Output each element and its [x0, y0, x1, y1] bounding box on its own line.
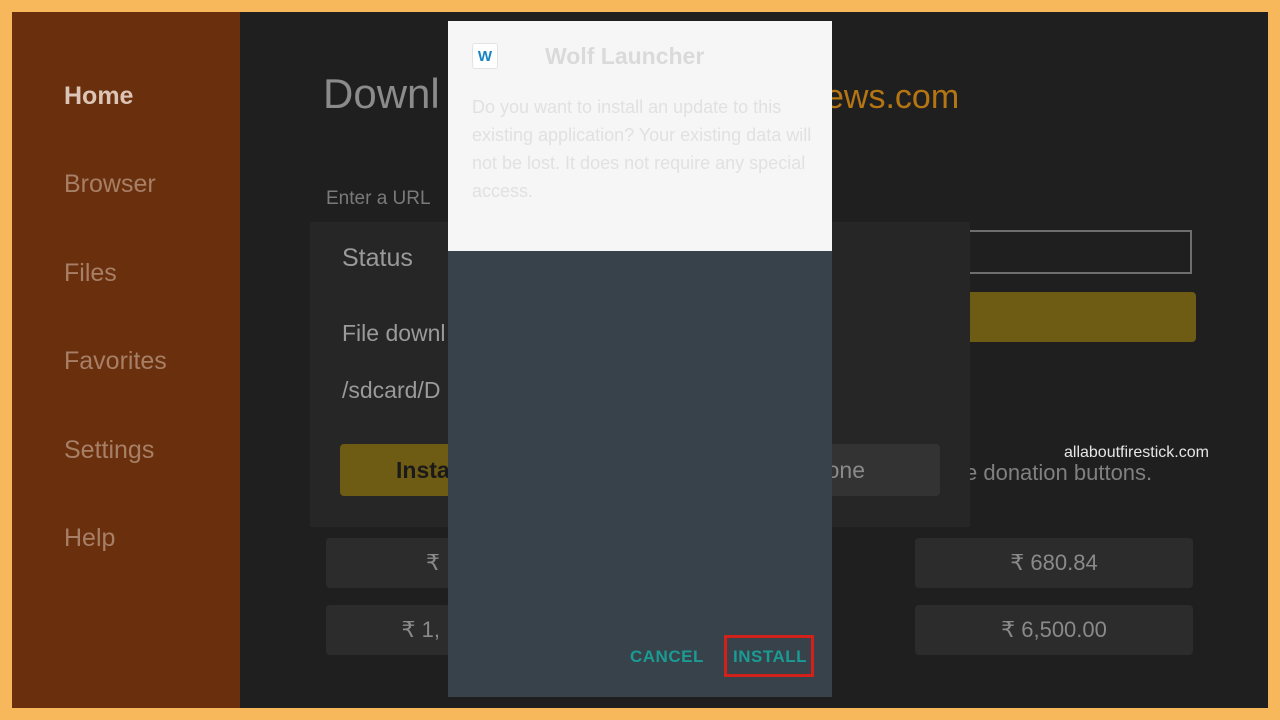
page-title: Downl: [323, 70, 440, 117]
donation-button[interactable]: ₹ 6,500.00: [915, 605, 1193, 655]
sidebar-item-favorites[interactable]: Favorites: [64, 347, 167, 376]
sidebar-item-browser[interactable]: Browser: [64, 170, 156, 199]
donation-button[interactable]: ₹ 1,: [326, 605, 450, 655]
cancel-button[interactable]: CANCEL: [630, 647, 704, 667]
donation-button[interactable]: ₹ 680.84: [915, 538, 1193, 588]
page-title-suffix: ews.com: [825, 78, 960, 116]
status-message: File downl: [342, 320, 446, 346]
url-input[interactable]: [960, 230, 1192, 274]
sidebar-item-settings[interactable]: Settings: [64, 436, 154, 465]
url-label: Enter a URL: [326, 188, 431, 209]
screen-frame: Home Browser Files Favorites Settings He…: [12, 12, 1268, 708]
status-title: Status: [342, 244, 413, 272]
install-button-highlight: [724, 635, 814, 677]
donation-button[interactable]: ₹: [326, 538, 450, 588]
donation-hint: se donation buttons.: [954, 460, 1153, 485]
install-dialog-header: W Wolf Launcher Do you want to install a…: [448, 21, 832, 251]
sidebar-item-help[interactable]: Help: [64, 524, 115, 553]
install-dialog: W Wolf Launcher Do you want to install a…: [448, 21, 832, 697]
sidebar: Home Browser Files Favorites Settings He…: [12, 12, 240, 708]
status-path: /sdcard/D: [342, 377, 441, 403]
sidebar-item-files[interactable]: Files: [64, 259, 117, 288]
app-icon: W: [472, 43, 498, 69]
app-name: Wolf Launcher: [545, 43, 705, 69]
install-description: Do you want to install an update to this…: [472, 97, 812, 201]
watermark: allaboutfirestick.com: [1064, 444, 1209, 461]
go-button[interactable]: [960, 292, 1196, 342]
sidebar-item-home[interactable]: Home: [64, 82, 133, 111]
